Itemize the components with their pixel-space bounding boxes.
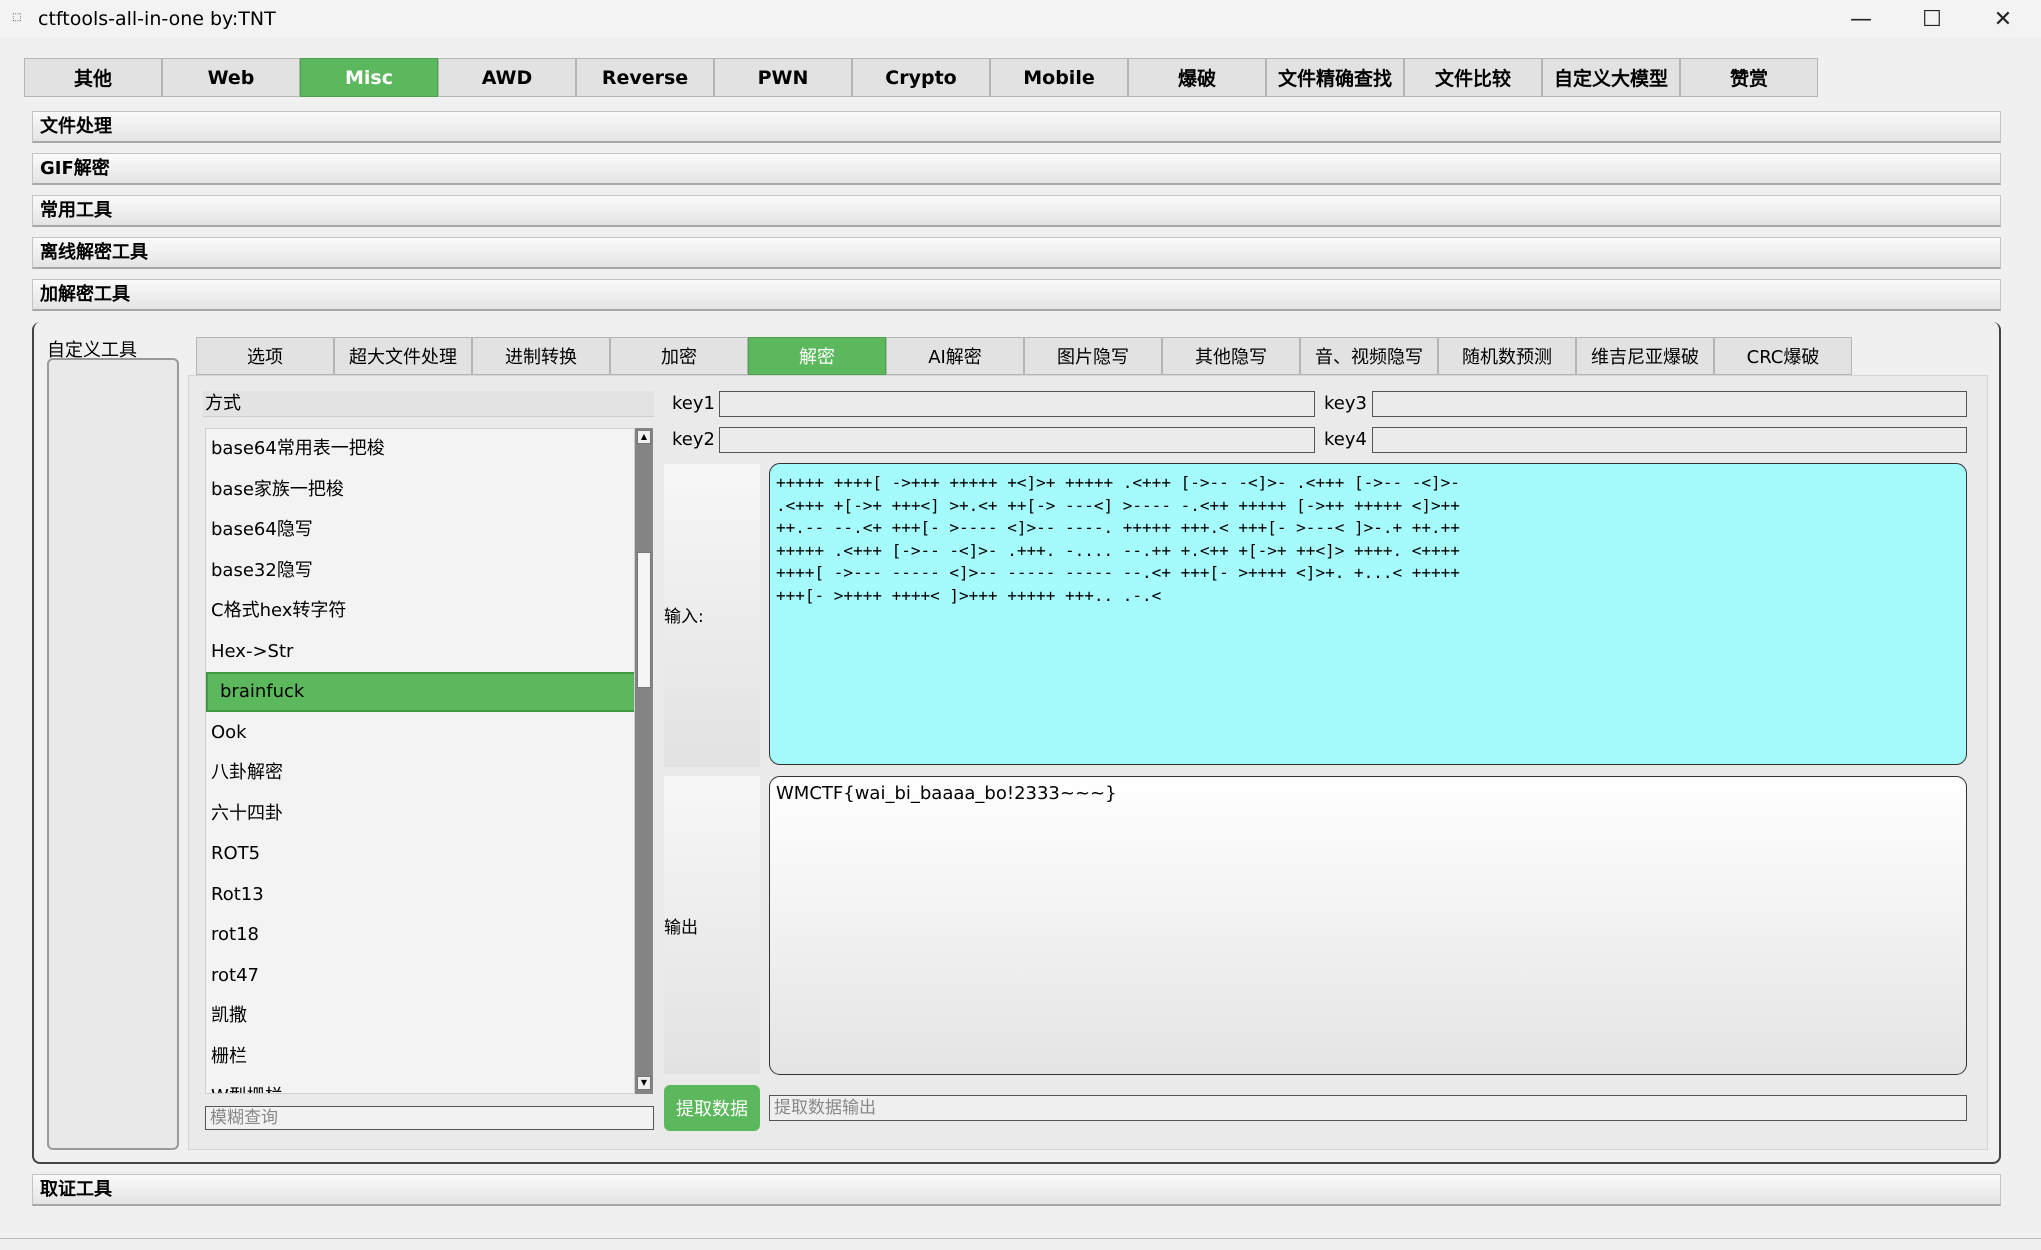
- tab-reverse[interactable]: Reverse: [576, 58, 714, 97]
- subtab-vigenere-brute[interactable]: 维吉尼亚爆破: [1576, 337, 1714, 375]
- method-header: 方式: [203, 391, 654, 417]
- list-item[interactable]: Rot13: [206, 875, 634, 915]
- section-file-processing[interactable]: 文件处理: [32, 111, 2001, 143]
- list-item[interactable]: base32隐写: [206, 551, 634, 591]
- key1-label: key1: [672, 393, 715, 414]
- key4-field[interactable]: [1372, 427, 1967, 453]
- list-item[interactable]: C格式hex转字符: [206, 591, 634, 631]
- title-bar: [0, 0, 2041, 38]
- subtab-decrypt[interactable]: 解密: [748, 337, 886, 375]
- list-item[interactable]: W型栅栏: [206, 1077, 634, 1093]
- close-icon: ✕: [1993, 6, 2013, 32]
- extract-output-field[interactable]: [769, 1095, 1967, 1121]
- list-item[interactable]: 栅栏: [206, 1037, 634, 1077]
- subtab-random-predict[interactable]: 随机数预测: [1438, 337, 1576, 375]
- tab-misc[interactable]: Misc: [300, 58, 438, 97]
- input-label: 输入:: [664, 607, 704, 627]
- tab-donate[interactable]: 赞赏: [1680, 58, 1818, 97]
- list-item[interactable]: ROT5: [206, 834, 634, 874]
- list-item[interactable]: base64隐写: [206, 510, 634, 550]
- key4-label: key4: [1324, 429, 1367, 450]
- subtab-image-stego[interactable]: 图片隐写: [1024, 337, 1162, 375]
- minimize-button[interactable]: —: [1826, 0, 1896, 38]
- list-item[interactable]: Hex->Str: [206, 632, 634, 672]
- window-bottom-border: [0, 1238, 2041, 1250]
- tab-crypto[interactable]: Crypto: [852, 58, 990, 97]
- tab-custom-llm[interactable]: 自定义大模型: [1542, 58, 1680, 97]
- subtab-base-convert[interactable]: 进制转换: [472, 337, 610, 375]
- method-list-scrollbar[interactable]: [635, 428, 653, 1094]
- fuzzy-search-input[interactable]: [205, 1106, 654, 1130]
- tab-other[interactable]: 其他: [24, 58, 162, 97]
- tab-awd[interactable]: AWD: [438, 58, 576, 97]
- maximize-icon: ☐: [1922, 6, 1942, 32]
- close-button[interactable]: ✕: [1968, 0, 2038, 38]
- list-item[interactable]: Ook: [206, 713, 634, 753]
- subtab-options[interactable]: 选项: [196, 337, 334, 375]
- scroll-thumb[interactable]: [637, 552, 651, 688]
- section-encrypt-decrypt[interactable]: 加解密工具: [32, 279, 2001, 311]
- extract-data-button[interactable]: 提取数据: [664, 1085, 760, 1131]
- key1-field[interactable]: [719, 391, 1315, 417]
- output-textarea[interactable]: WMCTF{wai_bi_baaaa_bo!2333~~~}: [769, 776, 1967, 1075]
- list-item[interactable]: 八卦解密: [206, 753, 634, 793]
- tab-file-compare[interactable]: 文件比较: [1404, 58, 1542, 97]
- subtab-other-stego[interactable]: 其他隐写: [1162, 337, 1300, 375]
- key3-field[interactable]: [1372, 391, 1967, 417]
- tab-file-search[interactable]: 文件精确查找: [1266, 58, 1404, 97]
- subtab-crc-brute[interactable]: CRC爆破: [1714, 337, 1852, 375]
- key2-field[interactable]: [719, 427, 1315, 453]
- method-list[interactable]: base64常用表一把梭 base家族一把梭 base64隐写 base32隐写…: [205, 428, 635, 1094]
- output-label: 输出: [664, 918, 698, 938]
- list-item[interactable]: rot47: [206, 956, 634, 996]
- minimize-icon: —: [1850, 6, 1872, 32]
- tab-pwn[interactable]: PWN: [714, 58, 852, 97]
- list-item[interactable]: 六十四卦: [206, 794, 634, 834]
- subtab-encrypt[interactable]: 加密: [610, 337, 748, 375]
- list-item[interactable]: rot18: [206, 915, 634, 955]
- window-title: ctftools-all-in-one by:TNT: [38, 8, 276, 30]
- section-forensics[interactable]: 取证工具: [32, 1174, 2001, 1206]
- list-item[interactable]: base家族一把梭: [206, 470, 634, 510]
- maximize-button[interactable]: ☐: [1897, 0, 1967, 38]
- subtab-large-file[interactable]: 超大文件处理: [334, 337, 472, 375]
- list-item[interactable]: 凯撒: [206, 996, 634, 1036]
- section-offline-decrypt[interactable]: 离线解密工具: [32, 237, 2001, 269]
- tab-mobile[interactable]: Mobile: [990, 58, 1128, 97]
- key3-label: key3: [1324, 393, 1367, 414]
- tab-bruteforce[interactable]: 爆破: [1128, 58, 1266, 97]
- input-textarea[interactable]: +++++ ++++[ ->+++ +++++ +<]>+ +++++ .<++…: [769, 463, 1967, 765]
- scroll-up-icon[interactable]: ▲: [637, 430, 651, 444]
- app-icon: ⬚: [12, 12, 22, 23]
- subtab-audio-video-stego[interactable]: 音、视频隐写: [1300, 337, 1438, 375]
- key2-label: key2: [672, 429, 715, 450]
- subtab-ai-decrypt[interactable]: AI解密: [886, 337, 1024, 375]
- section-gif-decrypt[interactable]: GIF解密: [32, 153, 2001, 185]
- section-common-tools[interactable]: 常用工具: [32, 195, 2001, 227]
- custom-tools-label: 自定义工具: [47, 340, 137, 361]
- custom-tools-panel: [47, 358, 179, 1150]
- tab-web[interactable]: Web: [162, 58, 300, 97]
- list-item[interactable]: base64常用表一把梭: [206, 429, 634, 469]
- list-item-selected[interactable]: brainfuck: [206, 672, 634, 712]
- scroll-down-icon[interactable]: ▼: [637, 1076, 651, 1090]
